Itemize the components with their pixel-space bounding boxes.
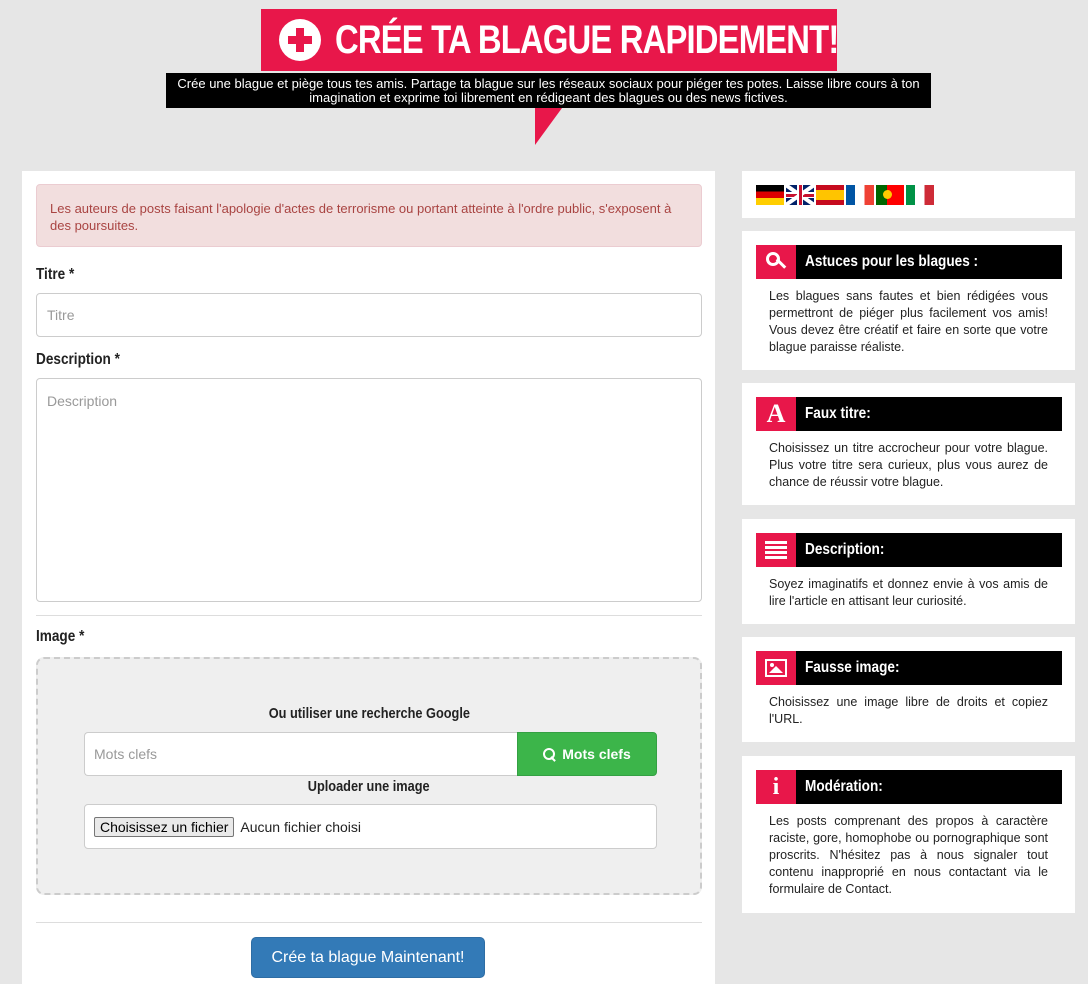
info-icon: i [772,774,780,800]
flag-es-icon[interactable] [816,184,844,205]
tip-card-astuces: Astuces pour les blagues : Les blagues s… [742,231,1075,370]
tip-card-moderation: i Modération: Les posts comprenant des p… [742,756,1075,913]
keywords-search-button[interactable]: Mots clefs [517,732,657,776]
key-icon [765,251,787,273]
tip-title: Description: [805,541,885,558]
flag-de-icon[interactable] [756,184,784,205]
flag-it-icon[interactable] [906,184,934,205]
flag-en-icon[interactable] [786,184,814,205]
tip-text: Les blagues sans fautes et bien rédigées… [769,289,1048,354]
tip-header: A Faux titre: [756,397,1062,431]
google-search-row: Mots clefs Mots clefs [84,732,657,776]
divider [36,615,702,616]
image-dropzone[interactable]: Ou utiliser une recherche Google Mots cl… [36,657,702,895]
submit-button[interactable]: Crée ta blague Maintenant! [251,937,485,978]
tip-card-faux-titre: A Faux titre: Choisissez un titre accroc… [742,383,1075,505]
tip-text: Les posts comprenant des propos à caract… [769,814,1048,896]
keywords-input[interactable]: Mots clefs [84,732,517,776]
upload-heading: Uploader une image [308,778,430,795]
file-upload-field: Choisissez un fichier Aucun fichier choi… [84,804,657,849]
tip-title: Faux titre: [805,405,871,422]
tip-card-fausse-image: Fausse image: Choisissez une image libre… [742,637,1075,742]
tip-header: Fausse image: [756,651,1062,685]
warning-alert: Les auteurs de posts faisant l'apologie … [36,184,702,247]
title-input[interactable]: Titre [36,293,702,337]
tip-text: Choisissez un titre accrocheur pour votr… [769,441,1048,489]
flag-fr-icon[interactable] [846,184,874,205]
tip-text: Choisissez une image libre de droits et … [769,695,1048,726]
page-subtitle: Crée une blague et piège tous tes amis. … [166,73,931,108]
align-justify-icon [765,541,787,559]
tip-header: Astuces pour les blagues : [756,245,1062,279]
keywords-button-label: Mots clefs [562,746,631,762]
title-label: Titre * [36,266,75,283]
divider [36,922,702,923]
choose-file-button[interactable]: Choisissez un fichier [94,816,235,837]
plus-circle-icon [279,19,321,61]
description-textarea[interactable]: Description [36,378,702,602]
description-label: Description * [36,351,120,368]
page-title: CRÉE TA BLAGUE RAPIDEMENT! [335,17,839,62]
tip-title: Modération: [805,778,883,795]
banner-pointer [535,108,562,145]
header-banner: CRÉE TA BLAGUE RAPIDEMENT! [261,9,839,71]
font-icon: A [766,399,786,428]
file-status: Aucun fichier choisi [240,818,362,835]
language-flags [742,171,1075,218]
tip-title: Astuces pour les blagues : [805,253,979,270]
tip-text: Soyez imaginatifs et donnez envie à vos … [769,577,1048,608]
tip-card-description: Description: Soyez imaginatifs et donnez… [742,519,1075,624]
tip-header: i Modération: [756,770,1062,804]
joke-form: Les auteurs de posts faisant l'apologie … [22,171,715,984]
picture-icon [765,659,787,677]
search-icon [543,747,556,761]
google-search-heading: Ou utiliser une recherche Google [268,705,470,722]
tip-header: Description: [756,533,1062,567]
flag-pt-icon[interactable] [876,184,904,205]
tip-title: Fausse image: [805,659,900,676]
image-label: Image * [36,628,85,645]
